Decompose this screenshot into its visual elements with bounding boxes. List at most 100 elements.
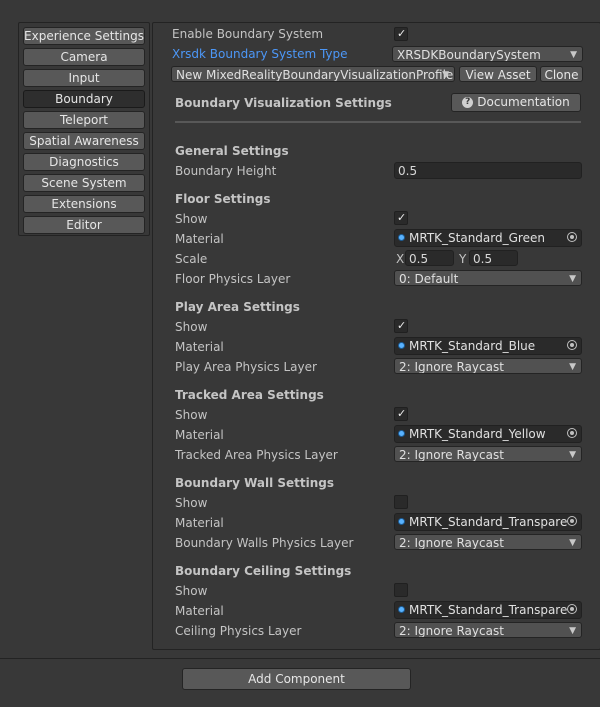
boundary-height-label: Boundary Height <box>175 164 277 178</box>
scale-x-label: X <box>396 252 405 266</box>
wall-layer-dropdown[interactable]: 2: Ignore Raycast ▼ <box>394 534 582 550</box>
checkmark-icon: ✓ <box>397 407 407 420</box>
floor-material-field[interactable]: MRTK_Standard_Green <box>394 229 582 247</box>
dropdown-arrow-icon: ▼ <box>569 362 576 372</box>
tracked-area-settings-title: Tracked Area Settings <box>175 388 324 402</box>
wall-material-value: MRTK_Standard_Transpare <box>409 515 568 529</box>
view-asset-button[interactable]: View Asset <box>459 66 537 82</box>
wall-layer-label: Boundary Walls Physics Layer <box>175 536 354 550</box>
sidebar-item-boundary[interactable]: Boundary <box>23 90 145 108</box>
play-area-layer-value: 2: Ignore Raycast <box>399 360 504 374</box>
floor-show-label: Show <box>175 212 208 226</box>
tracked-area-show-checkbox[interactable]: ✓ <box>394 407 408 421</box>
wall-settings-title: Boundary Wall Settings <box>175 476 335 490</box>
play-area-settings-title: Play Area Settings <box>175 300 300 314</box>
floor-settings-title: Floor Settings <box>175 192 271 206</box>
object-picker-icon[interactable] <box>567 232 577 242</box>
ceiling-layer-value: 2: Ignore Raycast <box>399 624 504 638</box>
object-picker-icon[interactable] <box>567 604 577 614</box>
object-picker-icon[interactable] <box>567 340 577 350</box>
ceiling-material-label: Material <box>175 604 224 618</box>
general-settings-title: General Settings <box>175 144 289 158</box>
ceiling-layer-label: Ceiling Physics Layer <box>175 624 302 638</box>
material-icon <box>398 430 405 437</box>
section-divider <box>175 121 581 123</box>
sidebar-item-editor[interactable]: Editor <box>23 216 145 234</box>
material-icon <box>398 234 405 241</box>
material-icon <box>398 518 405 525</box>
checkmark-icon: ✓ <box>397 319 407 332</box>
ceiling-settings-title: Boundary Ceiling Settings <box>175 564 352 578</box>
ceiling-layer-dropdown[interactable]: 2: Ignore Raycast ▼ <box>394 622 582 638</box>
tracked-area-material-field[interactable]: MRTK_Standard_Yellow <box>394 425 582 443</box>
floor-material-label: Material <box>175 232 224 246</box>
dropdown-arrow-icon: ▼ <box>442 70 449 80</box>
documentation-button[interactable]: ? Documentation <box>451 93 581 112</box>
clone-button[interactable]: Clone <box>540 66 583 82</box>
visualization-settings-title: Boundary Visualization Settings <box>175 96 392 110</box>
wall-show-checkbox[interactable] <box>394 495 408 509</box>
sidebar-item-scene-system[interactable]: Scene System <box>23 174 145 192</box>
profile-sidebar: Experience Settings Camera Input Boundar… <box>18 22 150 236</box>
sidebar-item-extensions[interactable]: Extensions <box>23 195 145 213</box>
checkmark-icon: ✓ <box>397 211 407 224</box>
boundary-height-input[interactable]: 0.5 <box>394 162 582 179</box>
material-icon <box>398 606 405 613</box>
floor-material-value: MRTK_Standard_Green <box>409 231 545 245</box>
object-picker-icon[interactable] <box>567 516 577 526</box>
sidebar-item-diagnostics[interactable]: Diagnostics <box>23 153 145 171</box>
wall-material-label: Material <box>175 516 224 530</box>
tracked-area-material-value: MRTK_Standard_Yellow <box>409 427 546 441</box>
profile-dropdown[interactable]: New MixedRealityBoundaryVisualizationPro… <box>171 66 455 82</box>
floor-scale-label: Scale <box>175 252 208 266</box>
ceiling-material-value: MRTK_Standard_Transpare <box>409 603 568 617</box>
enable-boundary-label: Enable Boundary System <box>172 27 324 41</box>
object-picker-icon[interactable] <box>567 428 577 438</box>
tracked-area-layer-value: 2: Ignore Raycast <box>399 448 504 462</box>
scale-x-input[interactable]: 0.5 <box>405 250 454 266</box>
ceiling-show-label: Show <box>175 584 208 598</box>
wall-layer-value: 2: Ignore Raycast <box>399 536 504 550</box>
boundary-system-type-dropdown[interactable]: XRSDKBoundarySystem ▼ <box>392 46 583 62</box>
dropdown-arrow-icon: ▼ <box>569 274 576 284</box>
floor-layer-dropdown[interactable]: 0: Default ▼ <box>394 270 582 286</box>
profile-value: New MixedRealityBoundaryVisualizationPro… <box>176 68 454 82</box>
play-area-material-value: MRTK_Standard_Blue <box>409 339 536 353</box>
enable-boundary-checkbox[interactable]: ✓ <box>394 27 408 41</box>
tracked-area-material-label: Material <box>175 428 224 442</box>
dropdown-arrow-icon: ▼ <box>569 450 576 460</box>
play-area-material-label: Material <box>175 340 224 354</box>
scale-y-label: Y <box>459 252 467 266</box>
play-area-material-field[interactable]: MRTK_Standard_Blue <box>394 337 582 355</box>
tracked-area-layer-dropdown[interactable]: 2: Ignore Raycast ▼ <box>394 446 582 462</box>
boundary-system-type-value: XRSDKBoundarySystem <box>397 48 541 62</box>
sidebar-item-input[interactable]: Input <box>23 69 145 87</box>
tracked-area-show-label: Show <box>175 408 208 422</box>
sidebar-item-experience-settings[interactable]: Experience Settings <box>23 27 145 45</box>
play-area-layer-dropdown[interactable]: 2: Ignore Raycast ▼ <box>394 358 582 374</box>
sidebar-item-camera[interactable]: Camera <box>23 48 145 66</box>
boundary-settings-panel <box>152 22 600 650</box>
help-icon: ? <box>462 97 474 108</box>
add-component-button[interactable]: Add Component <box>182 668 411 690</box>
sidebar-item-spatial-awareness[interactable]: Spatial Awareness <box>23 132 145 150</box>
wall-material-field[interactable]: MRTK_Standard_Transpare <box>394 513 582 531</box>
dropdown-arrow-icon: ▼ <box>569 626 576 636</box>
play-area-layer-label: Play Area Physics Layer <box>175 360 317 374</box>
scale-y-input[interactable]: 0.5 <box>469 250 518 266</box>
sidebar-item-teleport[interactable]: Teleport <box>23 111 145 129</box>
ceiling-material-field[interactable]: MRTK_Standard_Transpare <box>394 601 582 619</box>
boundary-system-type-label: Xrsdk Boundary System Type <box>172 47 348 61</box>
documentation-label: Documentation <box>477 95 570 109</box>
dropdown-arrow-icon: ▼ <box>569 538 576 548</box>
play-area-show-label: Show <box>175 320 208 334</box>
ceiling-show-checkbox[interactable] <box>394 583 408 597</box>
material-icon <box>398 342 405 349</box>
floor-layer-label: Floor Physics Layer <box>175 272 291 286</box>
dropdown-arrow-icon: ▼ <box>570 50 577 60</box>
floor-show-checkbox[interactable]: ✓ <box>394 211 408 225</box>
play-area-show-checkbox[interactable]: ✓ <box>394 319 408 333</box>
checkmark-icon: ✓ <box>397 27 407 40</box>
wall-show-label: Show <box>175 496 208 510</box>
floor-layer-value: 0: Default <box>399 272 459 286</box>
